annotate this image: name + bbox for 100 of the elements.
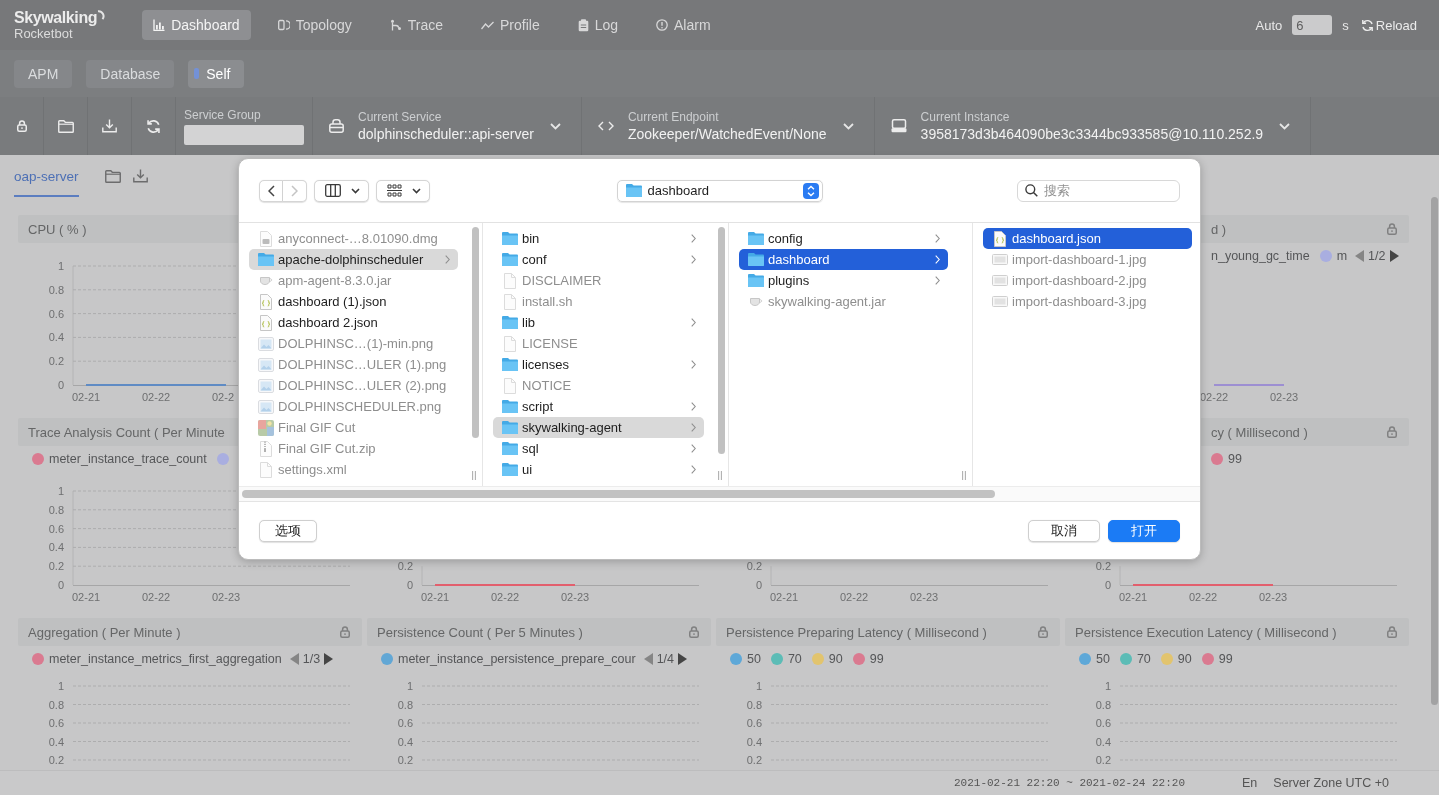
- folder-icon: [501, 231, 519, 246]
- chevron-left-icon[interactable]: [267, 184, 275, 197]
- file-list-item[interactable]: dashboard (1).json: [249, 291, 458, 312]
- grid-icon[interactable]: [387, 184, 402, 197]
- chevron-down-icon[interactable]: [1279, 122, 1291, 130]
- dashboard-tab[interactable]: oap-server: [14, 155, 79, 197]
- nav-item[interactable]: Dashboard: [142, 10, 251, 40]
- chevron-down-icon[interactable]: [549, 122, 561, 130]
- location-dropdown[interactable]: dashboard: [616, 179, 823, 202]
- refresh-icon[interactable]: [1360, 18, 1374, 32]
- selector-label: Current Service: [358, 110, 443, 124]
- chevron-down-icon[interactable]: [842, 122, 854, 130]
- interval-input[interactable]: 6: [1292, 15, 1333, 35]
- file-list-item[interactable]: sql: [493, 438, 704, 459]
- axis-label: 0.2: [397, 560, 413, 573]
- axis-label: 0.4: [397, 735, 413, 748]
- resize-handle-icon[interactable]: [962, 471, 966, 480]
- lock-icon[interactable]: [689, 626, 699, 638]
- triangle-left-icon[interactable]: [289, 653, 299, 665]
- refresh-icon[interactable]: [146, 118, 161, 134]
- axis-label: 02-23: [910, 591, 939, 603]
- file-list-item[interactable]: ui: [493, 459, 704, 480]
- nav-item[interactable]: Log: [566, 10, 630, 40]
- layer-tab[interactable]: Self: [188, 59, 245, 88]
- service-group-input[interactable]: [184, 124, 304, 145]
- legend-label[interactable]: meter_instance_trace_count: [49, 452, 207, 466]
- legend-label[interactable]: n_young_gc_time: [1211, 249, 1310, 263]
- caret-icon[interactable]: [351, 187, 360, 194]
- file-list-item[interactable]: script: [493, 396, 704, 417]
- file-list-item[interactable]: dashboard 2.json: [249, 312, 458, 333]
- group-button[interactable]: [376, 179, 430, 202]
- search-field[interactable]: 搜索: [1017, 179, 1180, 202]
- axis-label: 02-21: [421, 591, 450, 603]
- selector-value[interactable]: dolphinscheduler::api-server: [358, 126, 534, 142]
- lock-icon[interactable]: [1387, 426, 1397, 438]
- file-list-item[interactable]: dashboard: [739, 249, 948, 270]
- reload-button[interactable]: Reload: [1360, 17, 1417, 33]
- legend-label[interactable]: meter_instance_metrics_first_aggregation: [49, 652, 282, 666]
- triangle-right-icon[interactable]: [678, 653, 688, 665]
- legend-label[interactable]: 99: [869, 652, 884, 666]
- scrollbar[interactable]: [1431, 197, 1438, 705]
- nav-item[interactable]: Profile: [470, 10, 551, 40]
- legend-label[interactable]: m: [1336, 249, 1348, 263]
- triangle-left-icon[interactable]: [643, 653, 653, 665]
- scrollbar[interactable]: [718, 227, 725, 454]
- view-button[interactable]: [314, 179, 369, 202]
- file-list-item[interactable]: skywalking-agent: [493, 417, 704, 438]
- axis-label: 0.8: [1095, 698, 1111, 711]
- selector-value[interactable]: 3958173d3b464090be3c3344bc933585@10.110.252.9: [920, 126, 1264, 142]
- download-icon[interactable]: [102, 119, 117, 133]
- axis-label: 0.2: [746, 560, 762, 573]
- selector-value[interactable]: Zookeeper/WatchedEvent/None: [627, 126, 827, 142]
- lock-icon[interactable]: [340, 626, 350, 638]
- file-list-item[interactable]: config: [739, 228, 948, 249]
- open-button[interactable]: 打开: [1108, 519, 1180, 542]
- nav-item[interactable]: Alarm: [645, 10, 722, 40]
- file-list-item[interactable]: licenses: [493, 354, 704, 375]
- legend-label[interactable]: 50: [747, 652, 761, 666]
- file-list-item[interactable]: lib: [493, 312, 704, 333]
- resize-handle-icon[interactable]: [472, 471, 476, 480]
- download-icon[interactable]: [132, 169, 148, 183]
- nav-item[interactable]: Topology: [266, 10, 363, 40]
- file-list-item[interactable]: dashboard.json: [983, 228, 1192, 249]
- legend-label[interactable]: 99: [1218, 652, 1233, 666]
- lock-icon[interactable]: [1038, 626, 1048, 638]
- options-button[interactable]: 选项: [259, 519, 317, 542]
- layer-tab[interactable]: APM: [14, 59, 73, 88]
- folder-icon[interactable]: [104, 169, 121, 183]
- cancel-button[interactable]: 取消: [1028, 519, 1100, 542]
- file-list-item[interactable]: apache-dolphinscheduler: [249, 249, 458, 270]
- lock-icon[interactable]: [1387, 223, 1397, 235]
- lock-icon[interactable]: [1387, 626, 1397, 638]
- axis-label: 0.4: [746, 735, 762, 748]
- legend-label[interactable]: 99: [1228, 452, 1242, 466]
- axis-label: 02-21: [1119, 591, 1148, 603]
- legend-label[interactable]: 90: [1177, 652, 1192, 666]
- stepper-icon[interactable]: [802, 182, 819, 199]
- resize-handle-icon[interactable]: [718, 471, 722, 480]
- triangle-right-icon[interactable]: [1389, 250, 1399, 262]
- file-list-item[interactable]: plugins: [739, 270, 948, 291]
- axis-label: 02-2: [212, 391, 235, 403]
- legend-label[interactable]: 90: [828, 652, 843, 666]
- legend-label[interactable]: 70: [1136, 652, 1151, 666]
- legend-label[interactable]: 70: [787, 652, 802, 666]
- language-toggle[interactable]: En: [1242, 776, 1258, 790]
- columns-icon[interactable]: [325, 184, 341, 197]
- scrollbar[interactable]: [242, 490, 995, 498]
- triangle-right-icon[interactable]: [324, 653, 334, 665]
- nav-item[interactable]: Trace: [378, 10, 454, 40]
- scrollbar[interactable]: [472, 227, 479, 438]
- legend-label[interactable]: 50: [1096, 652, 1110, 666]
- layer-tab[interactable]: Database: [86, 59, 175, 88]
- page-indicator: 1/3: [302, 652, 321, 666]
- file-list-item[interactable]: bin: [493, 228, 704, 249]
- file-list-item[interactable]: conf: [493, 249, 704, 270]
- triangle-left-icon[interactable]: [1355, 250, 1365, 262]
- caret-icon[interactable]: [412, 187, 421, 194]
- legend-label[interactable]: meter_instance_persistence_prepare_cour: [398, 652, 636, 666]
- time-range[interactable]: 2021-02-21 22:20 ~ 2021-02-24 22:20: [954, 777, 1186, 789]
- lock-icon[interactable]: [16, 120, 27, 132]
